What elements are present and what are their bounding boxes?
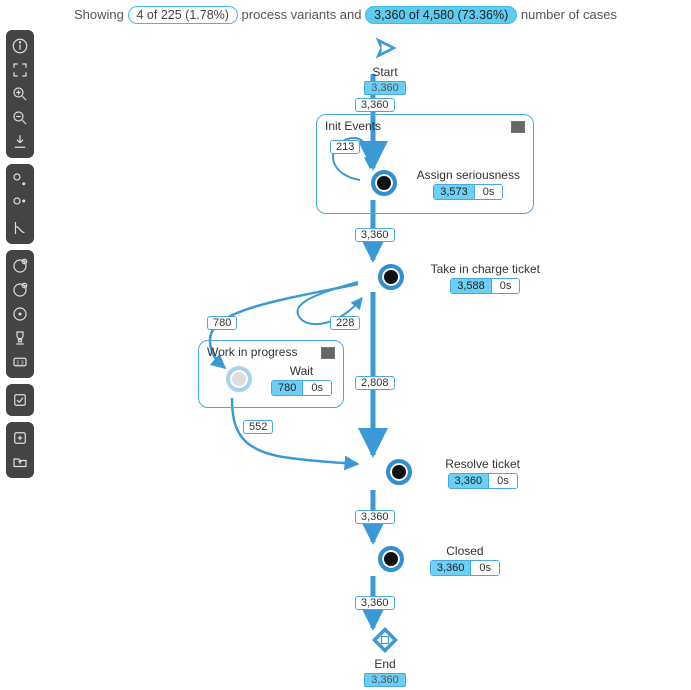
group-init-title: Init Events — [325, 119, 381, 133]
activity-circle-icon — [371, 170, 397, 196]
count-23-icon[interactable]: 2 3 — [8, 350, 32, 374]
take-metrics: 3,588 0s — [450, 278, 520, 294]
summary-mid: process variants and — [242, 7, 362, 22]
wait-label: Wait — [271, 364, 332, 378]
fit-icon[interactable] — [8, 58, 32, 82]
node-a-icon[interactable] — [8, 168, 32, 192]
info-icon[interactable] — [8, 34, 32, 58]
edge-take-wait: 780 — [207, 316, 237, 330]
toolbar: 2 3 — [6, 30, 34, 484]
edge-take-resolve: 2,808 — [355, 376, 395, 390]
take-label: Take in charge ticket — [431, 262, 540, 276]
variant-badge[interactable]: 4 of 225 (1.78%) — [128, 6, 238, 24]
layer-remove-icon[interactable] — [8, 278, 32, 302]
start-node[interactable]: Start 3,360 — [355, 34, 415, 95]
edge-start-assign: 3,360 — [355, 98, 395, 112]
edge-resolve-closed: 3,360 — [355, 510, 395, 524]
play-icon — [371, 34, 399, 62]
activity-assign[interactable]: Assign seriousness 3,573 0s — [360, 166, 520, 200]
svg-text:2 3: 2 3 — [16, 360, 23, 366]
activity-circle-icon — [226, 366, 252, 392]
case-badge[interactable]: 3,360 of 4,580 (73.36%) — [365, 6, 517, 24]
group-wip-title: Work in progress — [207, 345, 297, 359]
summary-bar: Showing 4 of 225 (1.78%) process variant… — [0, 6, 691, 24]
end-node[interactable]: End 3,360 — [355, 626, 415, 687]
activity-closed[interactable]: Closed 3,360 0s — [360, 542, 500, 576]
activity-resolve[interactable]: Resolve ticket 3,360 0s — [360, 455, 520, 489]
node-b-icon[interactable] — [8, 192, 32, 216]
add-panel-icon[interactable] — [8, 426, 32, 450]
layer-add-icon[interactable] — [8, 254, 32, 278]
resolve-label: Resolve ticket — [445, 457, 520, 471]
branch-icon[interactable] — [8, 216, 32, 240]
end-count: 3,360 — [364, 673, 406, 687]
edge-assign-take: 3,360 — [355, 228, 395, 242]
summary-suffix: number of cases — [521, 7, 617, 22]
activity-circle-icon — [386, 459, 412, 485]
activity-take[interactable]: Take in charge ticket 3,588 0s — [360, 260, 540, 294]
zoom-out-icon[interactable] — [8, 106, 32, 130]
stop-icon — [371, 626, 399, 654]
checkbox-icon[interactable] — [8, 388, 32, 412]
activity-circle-icon — [378, 546, 404, 572]
summary-prefix: Showing — [74, 7, 124, 22]
collapse-icon[interactable] — [321, 347, 335, 359]
diagram-canvas[interactable]: Start 3,360 Init Events Assign seriousne… — [0, 0, 691, 690]
start-count: 3,360 — [364, 81, 406, 95]
closed-metrics: 3,360 0s — [430, 560, 500, 576]
trophy-icon[interactable] — [8, 326, 32, 350]
edge-wait-resolve: 552 — [243, 420, 273, 434]
folder-out-icon[interactable] — [8, 450, 32, 474]
assign-metrics: 3,573 0s — [433, 184, 503, 200]
layer-view-icon[interactable] — [8, 302, 32, 326]
collapse-icon[interactable] — [511, 121, 525, 133]
closed-label: Closed — [430, 544, 500, 558]
edge-take-back: 228 — [330, 316, 360, 330]
activity-wait[interactable]: Wait 780 0s — [212, 362, 332, 396]
resolve-metrics: 3,360 0s — [448, 473, 518, 489]
wait-metrics: 780 0s — [271, 380, 332, 396]
start-label: Start — [355, 65, 415, 79]
edge-assign-self: 213 — [330, 140, 360, 154]
zoom-in-icon[interactable] — [8, 82, 32, 106]
activity-circle-icon — [378, 264, 404, 290]
end-label: End — [355, 657, 415, 671]
download-svg-icon[interactable] — [8, 130, 32, 154]
diagram-edges — [0, 0, 691, 690]
edge-closed-end: 3,360 — [355, 596, 395, 610]
assign-label: Assign seriousness — [417, 168, 520, 182]
